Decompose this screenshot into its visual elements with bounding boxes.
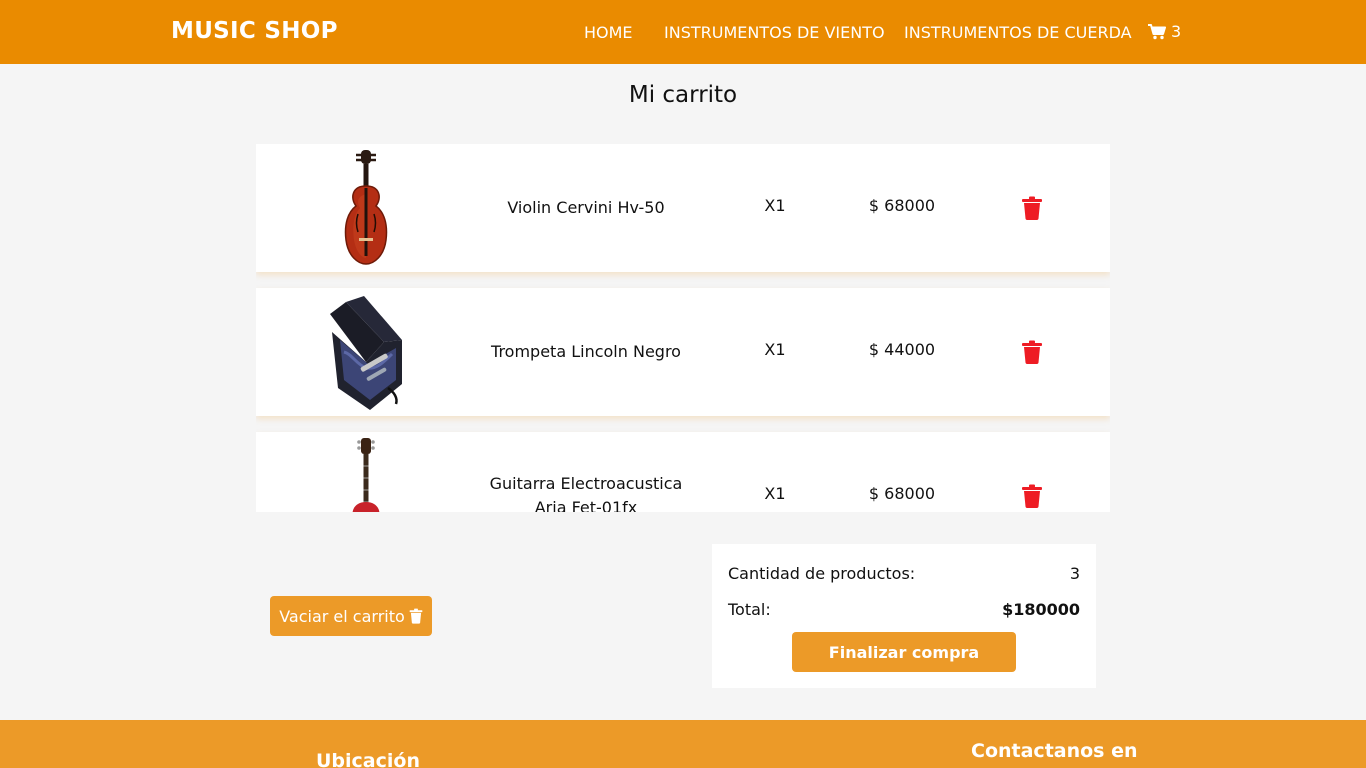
item-name: Trompeta Lincoln Negro: [491, 342, 681, 361]
trash-icon[interactable]: [1021, 340, 1043, 364]
item-quantity: X1: [764, 196, 786, 215]
item-price: $ 68000: [868, 196, 936, 215]
item-name: Violin Cervini Hv-50: [507, 198, 665, 217]
trash-icon: [409, 608, 423, 624]
finish-purchase-button[interactable]: Finalizar compra: [792, 632, 1016, 672]
item-quantity: X1: [764, 484, 786, 503]
item-price: $ 44000: [868, 340, 936, 359]
product-image-trumpet-case: [330, 296, 402, 410]
brand-logo[interactable]: MUSIC SHOP: [171, 18, 338, 44]
trash-icon[interactable]: [1021, 196, 1043, 220]
cart-item: Trompeta Lincoln Negro X1 $ 44000: [256, 288, 1110, 416]
footer: Ubicación Contactanos en: [0, 720, 1366, 768]
product-count-label: Cantidad de productos:: [728, 564, 916, 583]
navbar: MUSIC SHOP HOME INSTRUMENTOS DE VIENTO I…: [0, 0, 1366, 64]
footer-location-heading: Ubicación: [316, 750, 420, 768]
nav-cart-button[interactable]: 3: [1148, 22, 1181, 41]
order-summary: Cantidad de productos: 3 Total: $180000 …: [712, 544, 1096, 688]
product-count-value: 3: [1069, 564, 1080, 583]
item-price: $ 68000: [868, 484, 936, 503]
nav-link-instrumentos-viento[interactable]: INSTRUMENTOS DE VIENTO: [664, 23, 885, 42]
product-image-guitar: [352, 438, 380, 512]
nav-link-home[interactable]: HOME: [584, 23, 633, 42]
cart-item: Guitarra Electroacustica Aria Fet-01fx X…: [256, 432, 1110, 512]
item-quantity: X1: [764, 340, 786, 359]
trash-icon[interactable]: [1021, 484, 1043, 508]
empty-cart-label: Vaciar el carrito: [279, 606, 405, 626]
product-image-violin: [344, 150, 388, 265]
page-title: Mi carrito: [628, 82, 738, 108]
total-label: Total:: [728, 600, 771, 619]
shopping-cart-icon: [1148, 23, 1166, 39]
footer-contact-heading: Contactanos en: [971, 740, 1138, 762]
cart-count: 3: [1171, 22, 1182, 41]
item-name: Guitarra Electroacustica Aria Fet-01fx: [489, 474, 683, 512]
cart-item: Violin Cervini Hv-50 X1 $ 68000: [256, 144, 1110, 272]
nav-link-instrumentos-cuerda[interactable]: INSTRUMENTOS DE CUERDA: [904, 23, 1132, 42]
empty-cart-button[interactable]: Vaciar el carrito: [270, 596, 432, 636]
total-value: $180000: [1002, 600, 1080, 619]
cart-list[interactable]: Violin Cervini Hv-50 X1 $ 68000 Trompeta…: [256, 144, 1110, 512]
